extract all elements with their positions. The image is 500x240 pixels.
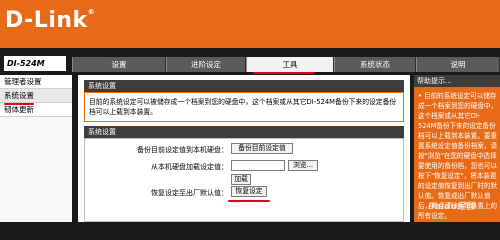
restore-button-annotation	[228, 200, 270, 202]
panel1-intro: 目前的系统设定可以被储存成一个档案到您的硬盘中，这个档案或从其它DI-524M备…	[89, 98, 397, 116]
browse-button[interactable]: 浏览...	[288, 160, 318, 171]
dlink-logo: D-Link®	[5, 8, 95, 33]
save-settings-label: 备份目前设定值到本机硬盘：	[137, 146, 228, 154]
model-label: DI-524M	[4, 56, 66, 71]
tab-tools[interactable]: 工具	[246, 57, 334, 72]
load-file-input[interactable]	[231, 160, 285, 171]
tab-help[interactable]: 说明	[416, 57, 500, 72]
load-button[interactable]: 加载	[231, 174, 251, 185]
system-item-annotation	[4, 103, 34, 105]
header-bar: D-Link®	[0, 0, 500, 48]
panel2-title: 系统设置	[84, 126, 404, 138]
save-settings-button[interactable]: 备份目前设定值	[231, 143, 293, 154]
tab-status[interactable]: 系统状态	[334, 57, 416, 72]
sidebar-item-admin[interactable]: 管理者设置	[0, 75, 72, 89]
tab-advanced[interactable]: 进阶设定	[166, 57, 246, 72]
restore-defaults-label: 恢复设定至出厂默认值：	[151, 189, 228, 197]
sidebar-item-system[interactable]: 系统设置	[0, 89, 72, 103]
sidebar-item-firmware[interactable]: 韧体更新	[0, 103, 72, 117]
tools-tab-annotation	[253, 72, 315, 74]
brand-name: D-Link	[5, 8, 88, 33]
help-title: 帮助提示...	[414, 75, 500, 87]
brand-registered: ®	[87, 8, 96, 16]
watermark-logo: Baidu经验	[428, 202, 475, 212]
panel1-body: 目前的系统设定可以被储存成一个档案到您的硬盘中，这个档案或从其它DI-524M备…	[84, 92, 404, 122]
restore-defaults-button[interactable]: 恢复设定	[231, 186, 267, 197]
tab-setup[interactable]: 设置	[72, 57, 166, 72]
sidebar: 管理者设置 系统设置 韧体更新	[0, 75, 72, 222]
load-settings-label: 从本机硬盘加载设定值：	[151, 163, 228, 171]
sidebar-empty-area	[0, 117, 72, 222]
panel1-title: 系统设置	[84, 80, 404, 92]
